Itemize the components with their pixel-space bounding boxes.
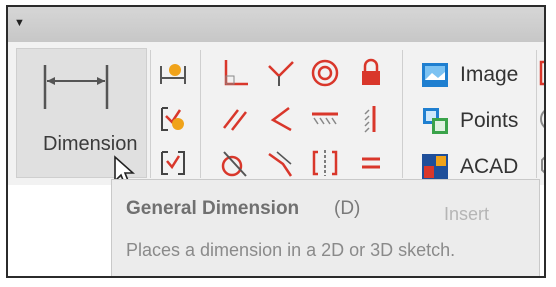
image-icon [422, 63, 448, 87]
concentric-constraint-icon[interactable] [308, 56, 342, 90]
horizontal-constraint-icon[interactable] [308, 102, 342, 136]
vertical-constraint-icon[interactable] [354, 102, 388, 136]
coincident-constraint-icon[interactable] [263, 56, 297, 90]
title-bar: ▼ [8, 7, 544, 43]
next-tool-icon[interactable] [538, 104, 546, 134]
insert-image-label: Image [460, 63, 519, 86]
parallel-constraint-icon[interactable] [218, 102, 252, 136]
tangent-constraint-icon[interactable] [263, 102, 297, 136]
acad-icon [422, 154, 448, 180]
show-constraints-icon[interactable] [156, 146, 190, 180]
auto-dimension-icon[interactable] [156, 102, 190, 136]
insert-image-button[interactable]: Image [418, 58, 538, 92]
ribbon-divider [150, 50, 151, 178]
insert-group-label: Insert [444, 204, 490, 224]
insert-points-button[interactable]: Points [418, 104, 538, 138]
smooth-constraint-icon[interactable] [218, 146, 252, 180]
collinear-constraint-icon[interactable] [263, 146, 297, 180]
tooltip-title: General Dimension [126, 198, 300, 219]
points-icon [423, 108, 448, 134]
ribbon-panel: Dimension Image Points ACAD [8, 42, 546, 187]
tooltip-shortcut: (D) [334, 198, 361, 219]
tooltip-description: Places a dimension in a 2D or 3D sketch. [126, 240, 456, 260]
insert-points-label: Points [460, 109, 519, 132]
dimension-icon [43, 65, 109, 109]
dimension-label: Dimension [43, 133, 138, 155]
insert-acad-label: ACAD [460, 155, 519, 178]
dimension-button[interactable]: Dimension [16, 48, 147, 187]
next-tool-icon[interactable] [538, 58, 546, 88]
ribbon-divider [536, 50, 537, 178]
next-tool-icon[interactable] [538, 150, 546, 180]
ribbon-divider [200, 50, 201, 178]
fix-constraint-icon[interactable] [354, 56, 388, 90]
equal-constraint-icon[interactable] [354, 146, 388, 180]
ribbon-divider [402, 50, 403, 178]
quick-access-dropdown-icon[interactable]: ▼ [14, 17, 25, 29]
tooltip: General Dimension (D) Insert Places a di… [111, 179, 540, 276]
app-window: ▼ Dimension Image Points ACAD General Di… [6, 5, 546, 278]
symmetric-constraint-icon[interactable] [308, 146, 342, 180]
baseline-dimension-icon[interactable] [156, 56, 190, 90]
perpendicular-constraint-icon[interactable] [218, 56, 252, 90]
